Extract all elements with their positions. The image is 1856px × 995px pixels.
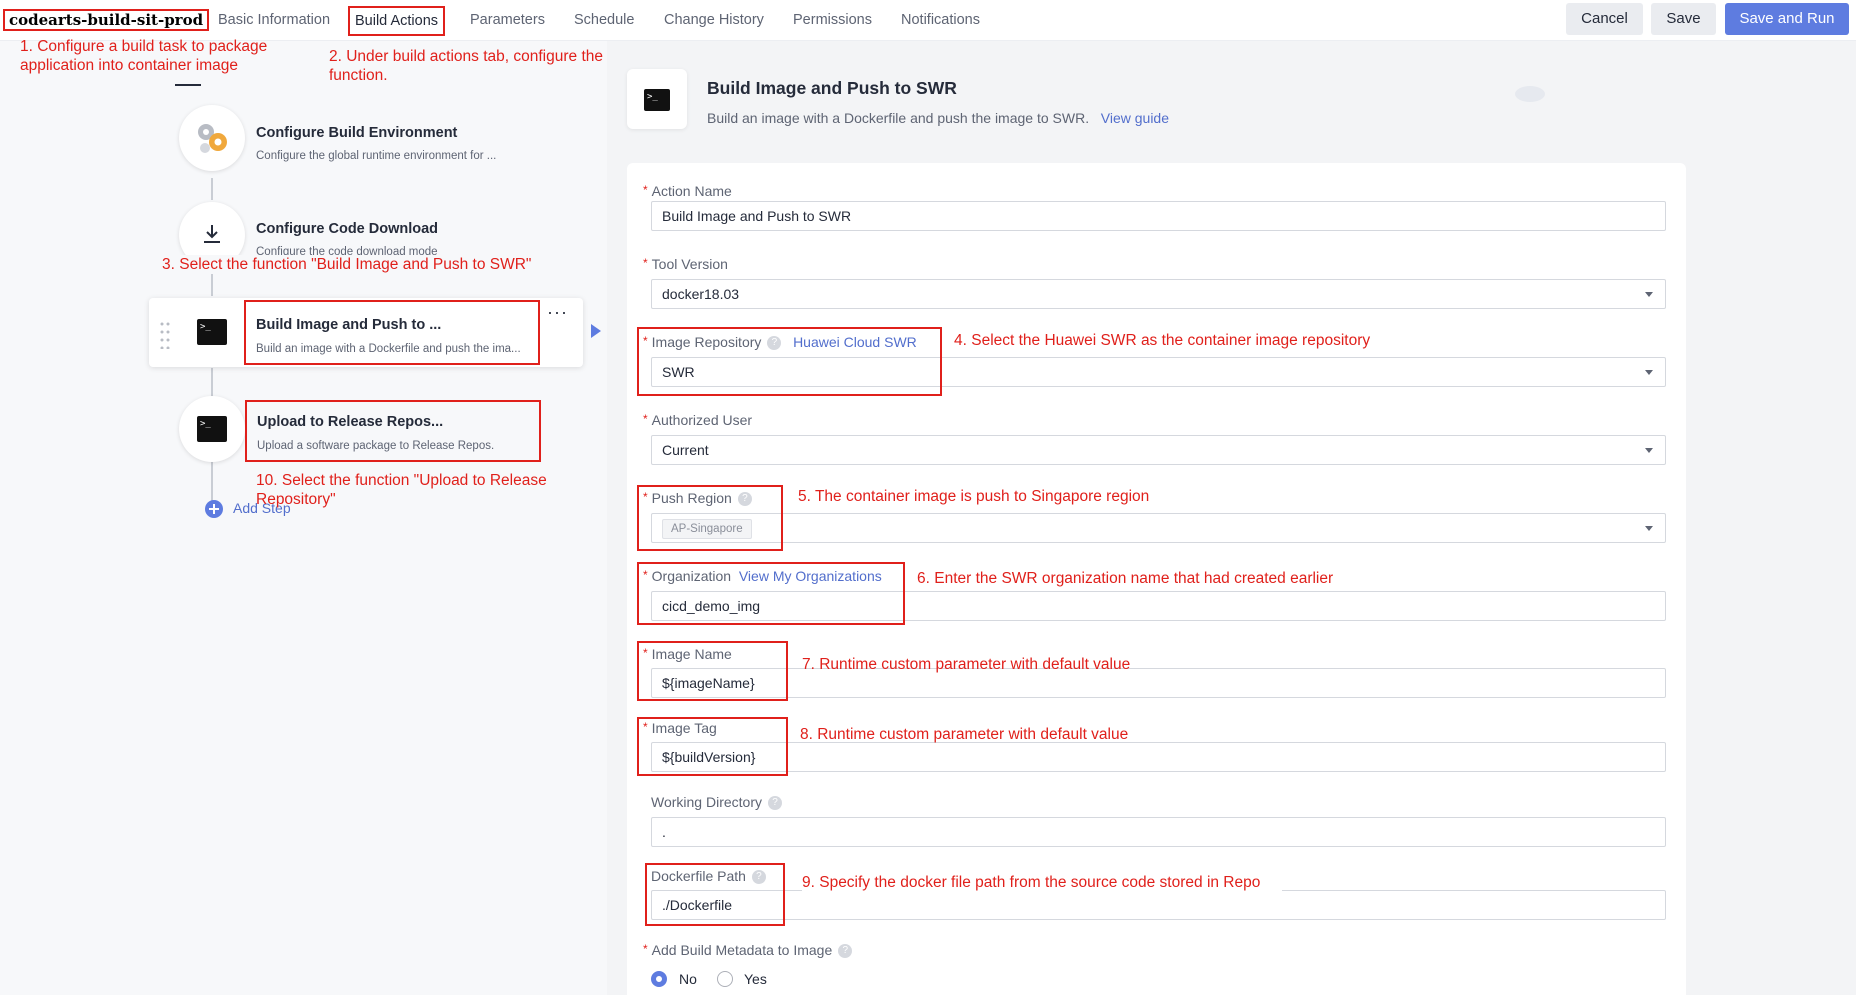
action-icon-box: >_ bbox=[627, 69, 687, 129]
terminal-icon: >_ bbox=[644, 89, 670, 111]
dropdown-caret-icon bbox=[1645, 370, 1653, 375]
highlight-organization bbox=[637, 562, 905, 625]
annotation-6: 6. Enter the SWR organization name that … bbox=[917, 569, 1337, 588]
highlight-step-upload-release bbox=[245, 400, 541, 462]
dockerfile-path-input[interactable]: ./Dockerfile bbox=[651, 890, 1666, 920]
highlight-push-region bbox=[637, 485, 783, 551]
step-connector bbox=[211, 368, 213, 398]
tool-version-label: * Tool Version bbox=[643, 256, 728, 272]
action-name-label: * Action Name bbox=[643, 183, 732, 199]
radio-yes[interactable] bbox=[717, 971, 733, 987]
save-button[interactable]: Save bbox=[1651, 3, 1716, 35]
tool-version-select[interactable]: docker18.03 bbox=[651, 279, 1666, 309]
step-title: Configure Code Download bbox=[256, 221, 439, 237]
action-title: Build Image and Push to SWR bbox=[707, 78, 957, 98]
terminal-icon: >_ bbox=[197, 319, 227, 345]
step-desc: Configure the code download mode bbox=[256, 246, 438, 255]
step-upload-release-repos[interactable]: >_ bbox=[179, 396, 245, 462]
help-icon: ? bbox=[768, 796, 782, 811]
save-and-run-button[interactable]: Save and Run bbox=[1725, 3, 1849, 35]
action-name-input[interactable]: Build Image and Push to SWR bbox=[651, 201, 1666, 231]
image-tag-input[interactable]: ${buildVersion} bbox=[651, 742, 1666, 772]
tab-schedule[interactable]: Schedule bbox=[574, 12, 634, 28]
terminal-icon: >_ bbox=[197, 416, 227, 442]
dropdown-caret-icon bbox=[1645, 526, 1653, 531]
step-configure-build-environment[interactable] bbox=[179, 105, 245, 171]
step-connector bbox=[211, 178, 213, 200]
radio-no-label: No bbox=[679, 971, 697, 987]
action-description: Build an image with a Dockerfile and pus… bbox=[707, 110, 1169, 126]
working-directory-input[interactable]: . bbox=[651, 817, 1666, 847]
annotation-5: 5. The container image is push to Singap… bbox=[798, 488, 1150, 505]
highlight-image-repository bbox=[637, 327, 942, 396]
annotation-7: 7. Runtime custom parameter with default… bbox=[802, 656, 1131, 673]
push-region-select[interactable]: AP-Singapore bbox=[651, 513, 1666, 543]
tab-permissions[interactable]: Permissions bbox=[793, 12, 872, 28]
tab-build-actions[interactable]: Build Actions bbox=[348, 6, 445, 36]
step-connector bbox=[211, 460, 213, 504]
annotation-4: 4. Select the Huawei SWR as the containe… bbox=[954, 332, 1371, 349]
highlight-image-name bbox=[637, 641, 788, 701]
more-icon[interactable]: ··· bbox=[547, 302, 568, 323]
help-icon: ? bbox=[838, 944, 853, 959]
annotation-3: 3. Select the function "Build Image and … bbox=[162, 255, 602, 274]
annotation-2: 2. Under build actions tab, configure th… bbox=[329, 48, 604, 84]
radio-no[interactable] bbox=[651, 971, 667, 987]
tab-change-history[interactable]: Change History bbox=[664, 12, 764, 28]
tab-parameters[interactable]: Parameters bbox=[470, 12, 545, 28]
highlight-dockerfile-path bbox=[645, 863, 785, 926]
step-desc: Configure the global runtime environment… bbox=[256, 150, 497, 162]
dropdown-caret-icon bbox=[1645, 448, 1653, 453]
download-icon bbox=[204, 225, 220, 243]
action-description-text: Build an image with a Dockerfile and pus… bbox=[707, 110, 1090, 126]
dropdown-caret-icon bbox=[1645, 292, 1653, 297]
tab-basic-information[interactable]: Basic Information bbox=[218, 12, 330, 28]
annotation-10: 10. Select the function "Upload to Relea… bbox=[256, 472, 547, 508]
step-title: Configure Build Environment bbox=[256, 125, 458, 141]
project-title: codearts-build-sit-prod bbox=[3, 9, 210, 31]
highlight-step-build-image bbox=[244, 300, 540, 365]
gear-cluster-icon bbox=[198, 124, 227, 153]
cancel-button[interactable]: Cancel bbox=[1566, 3, 1643, 35]
drag-handle-icon[interactable] bbox=[160, 321, 170, 349]
radio-yes-label: Yes bbox=[744, 971, 767, 987]
tab-notifications[interactable]: Notifications bbox=[901, 12, 980, 28]
annotation-8: 8. Runtime custom parameter with default… bbox=[800, 726, 1129, 743]
highlight-image-tag bbox=[637, 717, 788, 776]
view-guide-link[interactable]: View guide bbox=[1101, 110, 1169, 126]
authorized-user-label: * Authorized User bbox=[643, 412, 753, 428]
arrow-right-icon bbox=[591, 324, 601, 338]
add-circle-icon[interactable] bbox=[205, 500, 223, 518]
working-directory-label: Working Directory? bbox=[651, 794, 782, 811]
annotation-underline bbox=[175, 84, 201, 86]
annotation-1: 1. Configure a build task to package app… bbox=[20, 38, 268, 74]
top-bar: codearts-build-sit-prod Basic Informatio… bbox=[0, 0, 1856, 41]
authorized-user-select[interactable]: Current bbox=[651, 435, 1666, 465]
build-steps-panel bbox=[0, 41, 607, 995]
decorative-blob bbox=[1515, 86, 1545, 102]
add-metadata-label: * Add Build Metadata to Image? bbox=[643, 942, 853, 959]
annotation-9: 9. Specify the docker file path from the… bbox=[802, 873, 1282, 892]
